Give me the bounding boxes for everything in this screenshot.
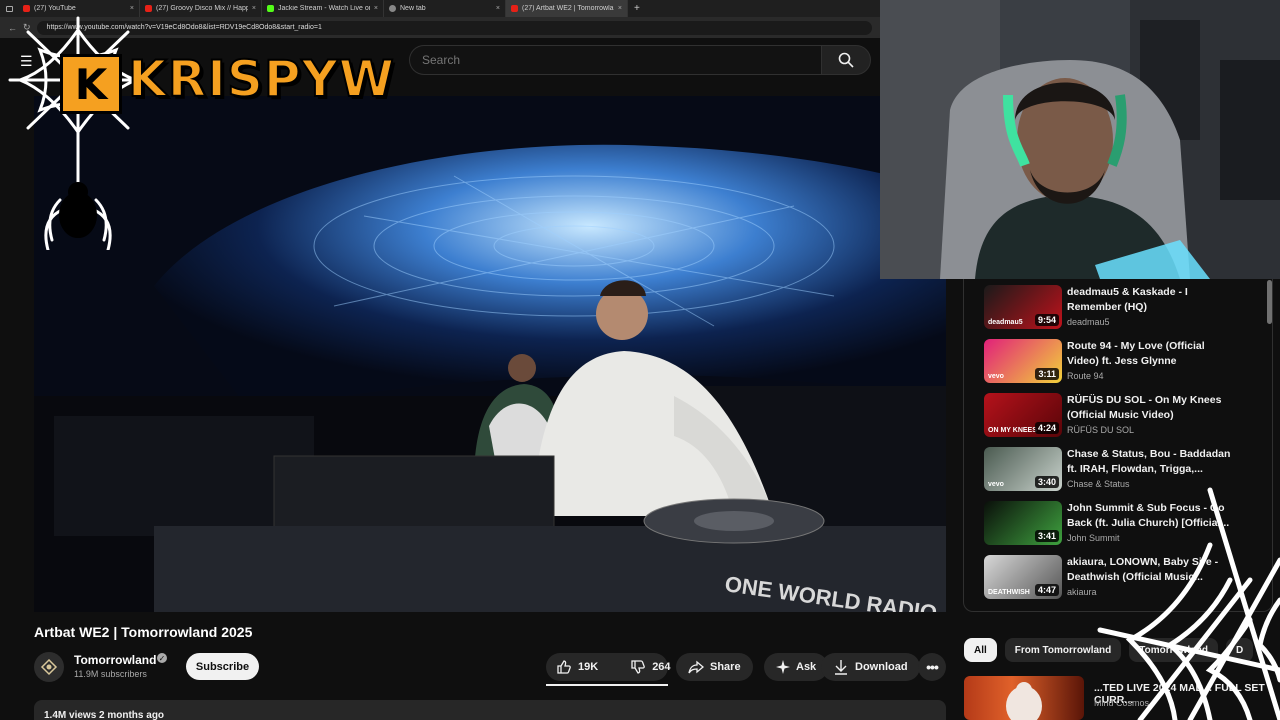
related-channel: Route 94 [1067,371,1104,381]
webcam-feed [880,0,1280,279]
thumbnail-text: vevo [988,481,1004,488]
share-label: Share [710,661,741,673]
channel-avatar[interactable] [34,652,64,682]
thumbnail-text: deadmau5 [988,319,1023,326]
search-icon [838,52,854,68]
like-count: 19K [578,661,599,673]
download-label: Download [855,661,908,673]
duration-badge: 3:11 [1035,368,1059,380]
dislike-count: 264 [652,661,671,673]
screen: (27) YouTube × (27) Groovy Disco Mix // … [0,0,1280,720]
more-horizontal-icon: ••• [926,659,939,675]
related-video-item[interactable]: deadmau5 9:54 deadmau5 & Kaskade - I Rem… [984,285,1264,335]
download-icon [835,660,847,675]
thumbs-up-icon [557,660,571,674]
duration-badge: 4:24 [1034,422,1059,434]
subscriber-count: 11.9M subscribers [74,669,147,679]
related-title: deadmau5 & Kaskade - I Remember (HQ) [1067,286,1188,313]
youtube-icon [511,5,518,12]
thumbs-down-icon [631,660,646,674]
close-tab-icon[interactable]: × [374,5,378,12]
tomorrowland-logo-icon [40,658,58,676]
ask-label: Ask [796,661,817,673]
like-underline [546,684,668,686]
share-icon [688,660,704,674]
like-button[interactable]: 19K [546,653,608,681]
spider-web-overlay-icon [1097,487,1280,720]
browser-tab[interactable]: (27) Artbat WE2 | Tomorrowland 2025 × [506,0,628,17]
thumbnail-text: vevo [988,373,1004,380]
spider-web-icon [8,16,142,250]
related-title: RÜFÜS DU SOL - On My Knees (Official Mus… [1067,394,1222,421]
related-channel: RÜFÜS DU SOL [1067,425,1135,435]
stream-logo-overlay: K KRISPYW [0,10,395,250]
thumbnail-text: DEATHWISH [988,589,1030,596]
related-thumbnail[interactable]: vevo 3:11 [984,339,1062,383]
channel-name[interactable]: Tomorrowland [74,653,156,667]
close-tab-icon[interactable]: × [496,5,500,12]
related-thumbnail[interactable]: DEATHWISH 4:47 [984,555,1062,599]
ask-button[interactable]: Ask [764,653,829,681]
search-input[interactable] [409,45,821,75]
related-thumbnail[interactable]: ON MY KNEES 4:24 [984,393,1062,437]
related-thumbnail[interactable]: deadmau5 9:54 [984,285,1062,329]
search-bar [409,45,871,75]
thumbnail-text: ON MY KNEES [988,427,1037,434]
sparkle-icon [776,660,790,674]
recommended-thumbnail[interactable] [964,676,1084,720]
like-dislike-group: 19K 264 [546,653,671,681]
search-button[interactable] [821,45,871,75]
filter-chip[interactable]: All [964,638,997,662]
views-text: 1.4M views 2 months ago [44,710,165,720]
newtab-icon [389,5,396,12]
more-actions-button[interactable]: ••• [918,653,946,681]
browser-tab[interactable]: New tab × [384,0,506,17]
duration-badge: 4:47 [1034,584,1059,596]
subscribe-button[interactable]: Subscribe [186,653,259,680]
close-tab-icon[interactable]: × [618,5,622,12]
related-thumbnail[interactable]: 3:41 [984,501,1062,545]
verified-badge-icon: ✓ [157,653,167,663]
new-tab-button[interactable]: + [628,3,646,14]
share-button[interactable]: Share [676,653,753,681]
download-button[interactable]: Download [821,653,920,681]
duration-badge: 3:40 [1034,476,1059,488]
related-channel: deadmau5 [1067,317,1110,327]
recommended-thumb-art [1006,682,1042,720]
related-video-item[interactable]: ON MY KNEES 4:24 RÜFÜS DU SOL - On My Kn… [984,393,1264,443]
tab-title: (27) Artbat WE2 | Tomorrowland 2025 [522,5,614,12]
description-box[interactable]: 1.4M views 2 months ago [34,700,946,720]
duration-badge: 9:54 [1034,314,1059,326]
webcam-image [880,0,1280,279]
logo-text: KRISPYW [127,49,395,109]
channel-row: Tomorrowland ✓ 11.9M subscribers Subscri… [34,650,946,686]
video-title: Artbat WE2 | Tomorrowland 2025 [34,624,253,640]
tab-title: New tab [400,5,426,12]
dislike-button[interactable]: 264 [620,653,680,681]
logo-k-badge: K [60,54,122,114]
related-thumbnail[interactable]: vevo 3:40 [984,447,1062,491]
related-scrollbar[interactable] [1267,280,1272,324]
related-video-item[interactable]: vevo 3:11 Route 94 - My Love (Official V… [984,339,1264,389]
duration-badge: 3:41 [1034,530,1059,542]
related-title: Route 94 - My Love (Official Video) ft. … [1067,340,1205,367]
